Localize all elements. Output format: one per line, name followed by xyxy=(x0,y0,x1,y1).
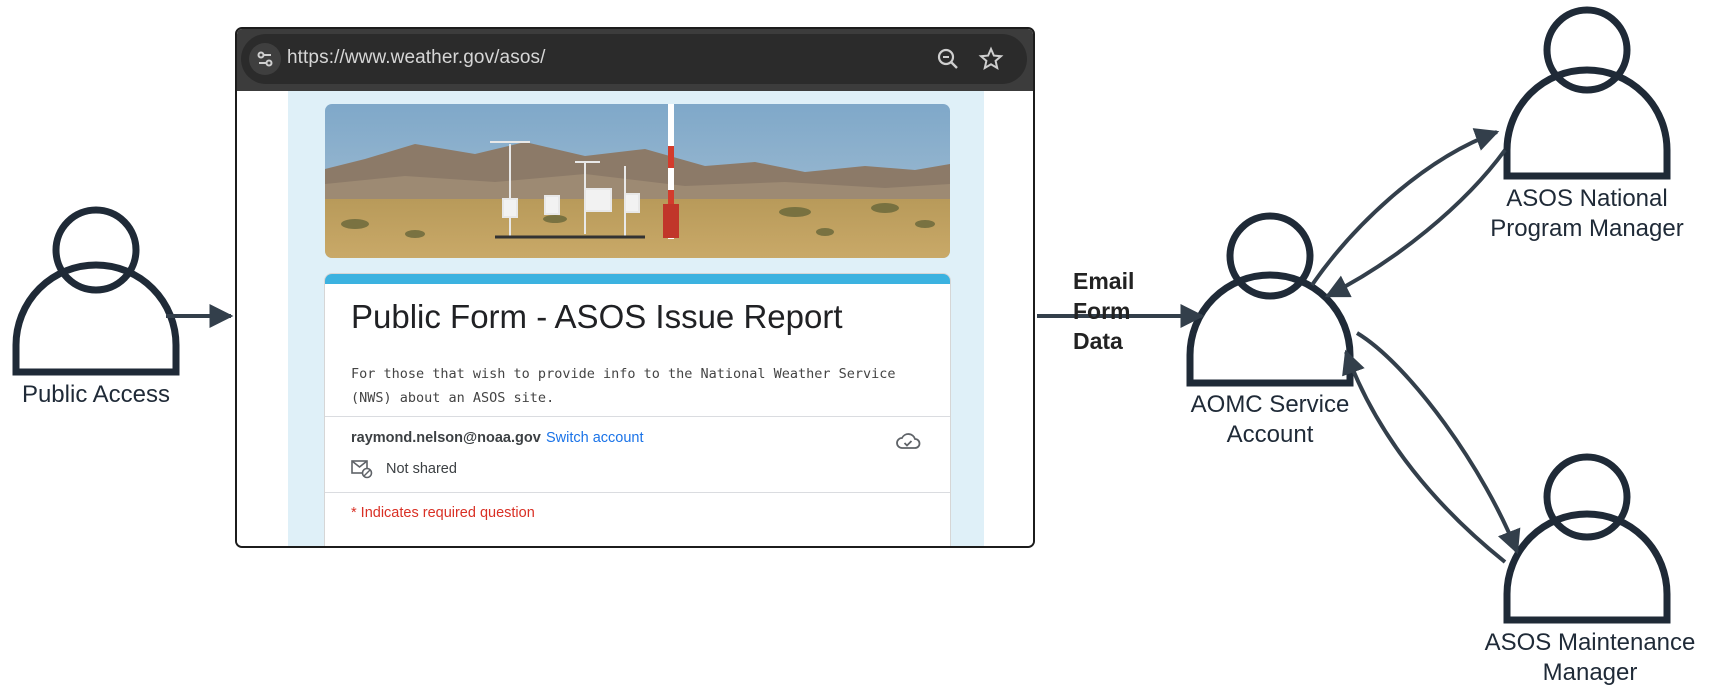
address-bar[interactable]: https://www.weather.gov/asos/ xyxy=(241,34,1027,84)
edge-label-line: Data xyxy=(1073,328,1123,354)
actor-label-line: AOMC Service xyxy=(1190,391,1350,418)
actor-label-public-access: Public Access xyxy=(0,380,192,410)
cloud-saved-icon xyxy=(895,431,921,451)
actor-label-line: Account xyxy=(1226,421,1314,448)
edge-label-email-form-data: Email Form Data xyxy=(1073,266,1134,356)
form-title: Public Form - ASOS Issue Report xyxy=(351,298,843,335)
switch-account-link[interactable]: Switch account xyxy=(546,430,644,446)
not-shared-text: Not shared xyxy=(386,461,457,477)
actor-label-line: ASOS National xyxy=(1506,185,1668,212)
account-email: raymond.nelson@noaa.gov xyxy=(351,430,541,446)
divider xyxy=(325,492,950,493)
actor-label-aomc-service-account: AOMC Service Account xyxy=(1160,390,1380,450)
form-header-card: Public Form - ASOS Issue Report For thos… xyxy=(325,274,950,546)
actor-label-asos-maintenance-manager: ASOS Maintenance Manager xyxy=(1470,628,1710,688)
form-header-image xyxy=(325,104,950,258)
browser-window: https://www.weather.gov/asos/ Public For… xyxy=(235,27,1035,548)
web-page: Public Form - ASOS Issue Report For thos… xyxy=(237,91,1033,546)
actor-aomc-service-account-icon xyxy=(1186,212,1354,387)
star-icon[interactable] xyxy=(977,45,1005,73)
edge-label-line: Form xyxy=(1073,298,1131,324)
required-question-note: * Indicates required question xyxy=(351,505,535,521)
edge-label-line: Email xyxy=(1073,268,1135,294)
actor-label-line: Public Access xyxy=(21,381,171,408)
actor-label-line: Manager xyxy=(1542,659,1638,686)
mail-not-shared-icon xyxy=(351,459,373,479)
arrow-aomc-to-maintenance xyxy=(1355,331,1521,555)
url-text[interactable]: https://www.weather.gov/asos/ xyxy=(287,47,545,69)
actor-asos-maintenance-manager-icon xyxy=(1503,453,1671,624)
zoom-icon[interactable] xyxy=(935,46,961,72)
actor-public-access-icon xyxy=(12,206,180,376)
actor-label-asos-national-program-manager: ASOS National Program Manager xyxy=(1470,184,1704,244)
form-background: Public Form - ASOS Issue Report For thos… xyxy=(288,91,984,546)
actor-label-line: ASOS Maintenance xyxy=(1484,629,1696,656)
form-description: For those that wish to provide info to t… xyxy=(351,366,896,406)
actor-label-line: Program Manager xyxy=(1490,215,1684,242)
divider xyxy=(325,416,950,417)
arrow-maintenance-to-aomc xyxy=(1342,349,1507,564)
actor-asos-national-program-manager-icon xyxy=(1503,6,1671,180)
site-settings-icon[interactable] xyxy=(249,43,281,75)
browser-toolbar: https://www.weather.gov/asos/ xyxy=(237,29,1033,91)
